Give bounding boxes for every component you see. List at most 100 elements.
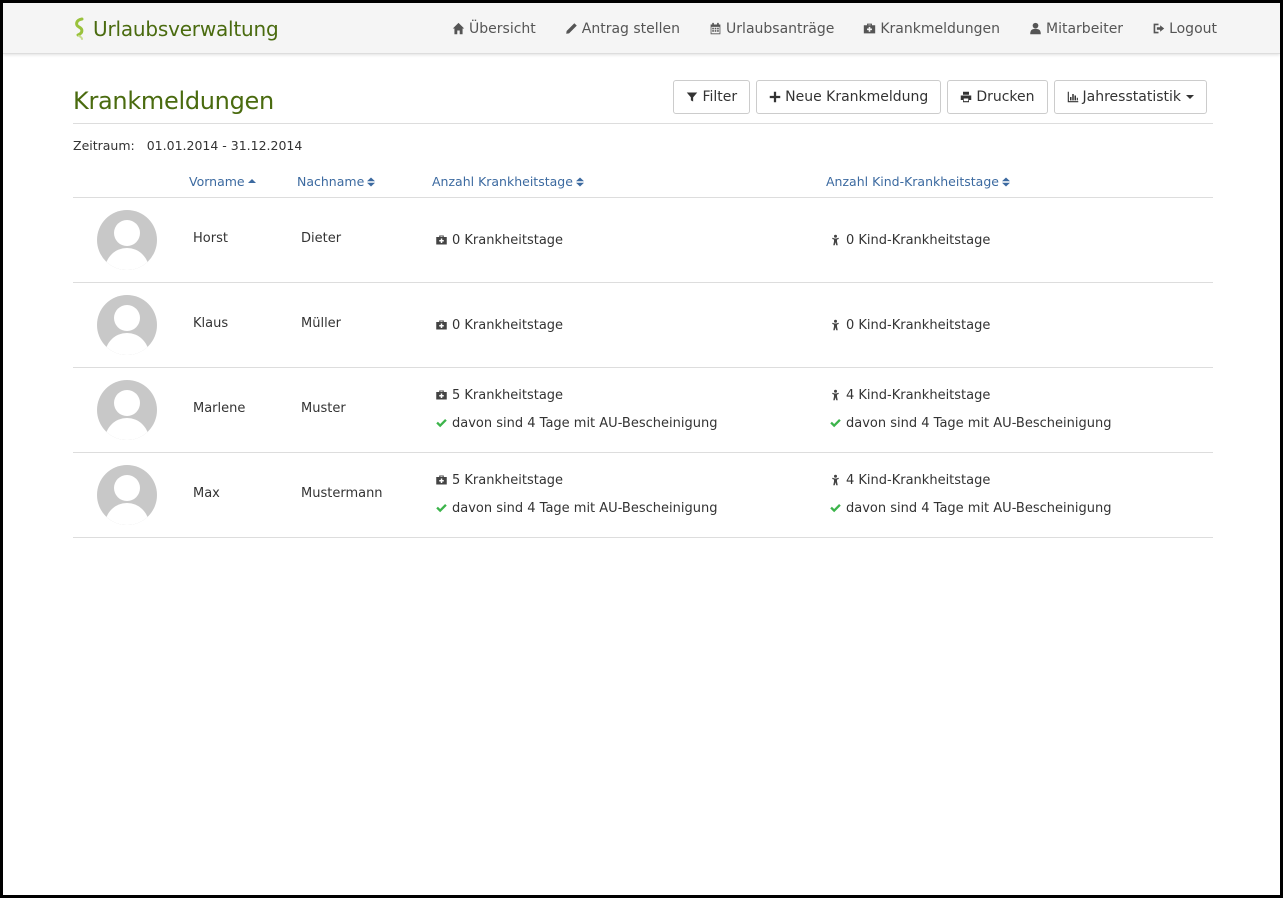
- child-icon: [832, 474, 839, 486]
- nav-item-label: Antrag stellen: [581, 20, 681, 37]
- table-row[interactable]: Marlene Muster 5 Krankheitstage davon si…: [73, 368, 1213, 453]
- nav-item-label: Krankmeldungen: [880, 20, 1001, 37]
- filter-button-label: Filter: [702, 89, 738, 105]
- firstname-cell: Klaus: [193, 316, 229, 331]
- home-icon: [452, 22, 465, 35]
- plus-icon: [769, 91, 781, 103]
- firstname-cell: Horst: [193, 231, 228, 246]
- sick-days-cell: 0 Krankheitstage: [435, 231, 563, 249]
- print-button[interactable]: Drucken: [947, 80, 1048, 114]
- child-icon: [832, 389, 839, 401]
- period-label: Zeitraum:: [73, 138, 135, 153]
- sort-icon: [1001, 177, 1010, 186]
- medkit-icon: [864, 23, 876, 34]
- print-icon: [961, 91, 972, 103]
- nav-item-apply[interactable]: Antrag stellen: [565, 21, 680, 37]
- check-icon: [436, 504, 447, 513]
- column-header-firstname[interactable]: Vorname: [189, 174, 256, 189]
- nav-item-staff[interactable]: Mitarbeiter: [1029, 21, 1123, 37]
- lastname-cell: Muster: [301, 401, 346, 416]
- au-certificate-note: davon sind 4 Tage mit AU-Bescheinigung: [452, 415, 718, 431]
- sick-days-value: 0 Krankheitstage: [452, 317, 564, 333]
- nav-item-sick-notes[interactable]: Krankmeldungen: [863, 21, 1000, 37]
- column-header-child-sick-days[interactable]: Anzahl Kind-Krankheitstage: [826, 174, 1010, 189]
- top-navbar: Urlaubsverwaltung Übersicht Antrag stell…: [3, 3, 1280, 54]
- sick-days-cell: 5 Krankheitstage davon sind 4 Tage mit A…: [435, 386, 717, 432]
- calendar-icon: [710, 22, 721, 35]
- table-row[interactable]: Horst Dieter 0 Krankheitstage 0 Kind-Kra…: [73, 198, 1213, 283]
- child-sick-days-value: 4 Kind-Krankheitstage: [846, 387, 991, 403]
- child-sick-days-cell: 4 Kind-Krankheitstage davon sind 4 Tage …: [829, 386, 1111, 432]
- column-header-label: Anzahl Kind-Krankheitstage: [826, 174, 999, 189]
- new-sick-note-button[interactable]: Neue Krankmeldung: [756, 80, 942, 114]
- statistics-dropdown-button[interactable]: Jahresstatistik: [1053, 80, 1207, 114]
- nav-item-label: Urlaubsanträge: [726, 20, 835, 37]
- brand-title: Urlaubsverwaltung: [93, 17, 279, 41]
- app-window: Urlaubsverwaltung Übersicht Antrag stell…: [3, 3, 1280, 895]
- lastname-cell: Müller: [301, 316, 342, 331]
- avatar: [97, 465, 157, 525]
- sort-icon: [575, 177, 584, 186]
- table-row[interactable]: Max Mustermann 5 Krankheitstage davon si…: [73, 453, 1213, 538]
- column-header-lastname[interactable]: Nachname: [297, 174, 376, 189]
- sign-out-icon: [1153, 23, 1165, 34]
- column-header-label: Nachname: [297, 174, 365, 189]
- au-certificate-note: davon sind 4 Tage mit AU-Bescheinigung: [452, 500, 718, 516]
- page-header: Krankmeldungen Filter Neue Krankmeldung …: [73, 80, 1213, 124]
- column-header-sick-days[interactable]: Anzahl Krankheitstage: [432, 174, 584, 189]
- nav-item-label: Übersicht: [469, 20, 536, 37]
- bar-chart-icon: [1067, 91, 1078, 103]
- au-certificate-note: davon sind 4 Tage mit AU-Bescheinigung: [846, 415, 1112, 431]
- nav-item-logout[interactable]: Logout: [1152, 21, 1217, 37]
- sick-days-value: 0 Krankheitstage: [452, 232, 564, 248]
- sort-icon: [367, 177, 376, 186]
- child-icon: [832, 234, 839, 246]
- table-row[interactable]: Klaus Müller 0 Krankheitstage 0 Kind-Kra…: [73, 283, 1213, 368]
- avatar: [97, 295, 157, 355]
- column-header-label: Vorname: [189, 174, 245, 189]
- main-nav: Übersicht Antrag stellen Urlaubsanträge …: [423, 3, 1217, 54]
- medkit-icon: [436, 475, 447, 485]
- sick-notes-table: Vorname Nachname Anzahl Krankheitstage A…: [73, 164, 1213, 538]
- child-sick-days-cell: 4 Kind-Krankheitstage davon sind 4 Tage …: [829, 471, 1111, 517]
- check-icon: [436, 419, 447, 428]
- nav-item-overview[interactable]: Übersicht: [452, 21, 536, 37]
- child-sick-days-value: 0 Kind-Krankheitstage: [846, 232, 991, 248]
- print-button-label: Drucken: [976, 89, 1035, 105]
- period-value: 01.01.2014 - 31.12.2014: [146, 138, 303, 153]
- nav-item-applications[interactable]: Urlaubsanträge: [709, 21, 834, 37]
- sick-days-cell: 0 Krankheitstage: [435, 316, 563, 334]
- check-icon: [830, 419, 841, 428]
- avatar: [97, 210, 157, 270]
- sick-days-value: 5 Krankheitstage: [452, 472, 564, 488]
- medkit-icon: [436, 235, 447, 245]
- statistics-button-label: Jahresstatistik: [1082, 89, 1181, 105]
- page-title: Krankmeldungen: [73, 87, 274, 115]
- check-icon: [830, 504, 841, 513]
- filter-icon: [687, 92, 698, 102]
- nav-item-label: Logout: [1169, 20, 1217, 37]
- firstname-cell: Marlene: [193, 401, 246, 416]
- medkit-icon: [436, 390, 447, 400]
- filter-button[interactable]: Filter: [673, 80, 751, 114]
- avatar: [97, 380, 157, 440]
- medkit-icon: [436, 320, 447, 330]
- column-header-label: Anzahl Krankheitstage: [432, 174, 573, 189]
- table-header: Vorname Nachname Anzahl Krankheitstage A…: [73, 164, 1213, 198]
- nav-item-label: Mitarbeiter: [1046, 20, 1124, 37]
- sick-days-value: 5 Krankheitstage: [452, 387, 564, 403]
- brand-link[interactable]: Urlaubsverwaltung: [73, 15, 279, 43]
- child-sick-days-value: 4 Kind-Krankheitstage: [846, 472, 991, 488]
- pencil-icon: [565, 23, 577, 34]
- caret-down-icon: [1186, 95, 1194, 99]
- sort-asc-icon: [247, 178, 256, 183]
- period-info: Zeitraum: 01.01.2014 - 31.12.2014: [73, 138, 302, 153]
- user-icon: [1030, 22, 1041, 35]
- toolbar: Filter Neue Krankmeldung Drucken Jahress…: [667, 80, 1207, 114]
- new-sick-note-label: Neue Krankmeldung: [785, 89, 929, 105]
- lastname-cell: Mustermann: [301, 486, 383, 501]
- lastname-cell: Dieter: [301, 231, 342, 246]
- child-sick-days-cell: 0 Kind-Krankheitstage: [829, 231, 990, 249]
- au-certificate-note: davon sind 4 Tage mit AU-Bescheinigung: [846, 500, 1112, 516]
- child-sick-days-value: 0 Kind-Krankheitstage: [846, 317, 991, 333]
